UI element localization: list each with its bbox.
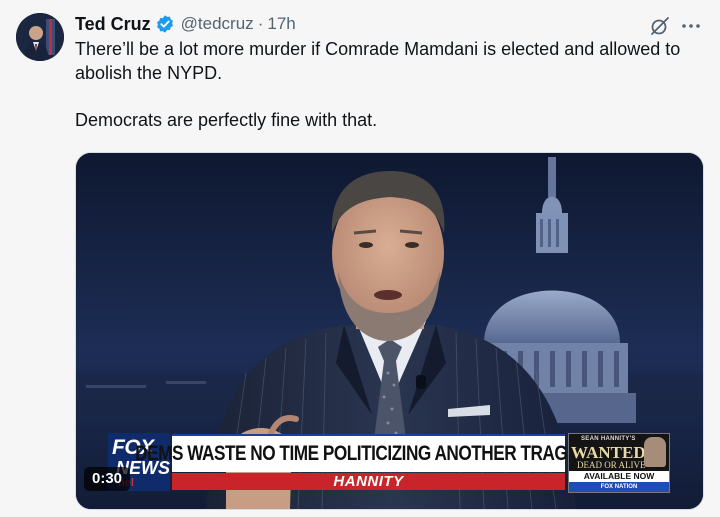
separator-dot: · — [257, 14, 264, 33]
promo-line1: SEAN HANNITY'S — [581, 436, 636, 442]
grok-icon[interactable] — [649, 15, 671, 37]
chyron-show-name: HANNITY — [172, 473, 565, 490]
more-options-icon[interactable] — [680, 16, 702, 36]
promo-portrait — [644, 437, 666, 467]
chyron-headline: DEMS WASTE NO TIME POLITICIZING ANOTHER … — [135, 442, 602, 465]
video-player[interactable]: FOX NEWS nel DEMS WASTE NO TIME POLITICI… — [75, 152, 704, 510]
author-handle[interactable]: @tedcruz — [181, 14, 254, 34]
promo-line3: DEAD OR ALIVE — [577, 460, 646, 470]
tweet-text: There’ll be a lot more murder if Comrade… — [75, 38, 707, 132]
chyron-headline-box: DEMS WASTE NO TIME POLITICIZING ANOTHER … — [135, 434, 602, 472]
promo-box: SEAN HANNITY'S WANTED DEAD OR ALIVE AVAI… — [568, 433, 670, 493]
video-duration: 0:30 — [84, 467, 131, 491]
verified-badge-icon — [155, 14, 175, 34]
tweet-paragraph: Democrats are perfectly fine with that. — [75, 109, 378, 130]
author-name[interactable]: Ted Cruz — [75, 14, 151, 35]
post-time[interactable]: 17h — [267, 14, 295, 34]
tweet[interactable]: Ted Cruz @tedcruz · 17h There’ll be a lo… — [0, 0, 720, 517]
author-avatar[interactable] — [16, 13, 64, 61]
tweet-header: Ted Cruz @tedcruz · 17h — [75, 12, 296, 36]
news-chyron: FOX NEWS nel DEMS WASTE NO TIME POLITICI… — [106, 431, 670, 493]
promo-availability: AVAILABLE NOW — [569, 471, 669, 482]
tweet-paragraph: There’ll be a lot more murder if Comrade… — [75, 39, 681, 83]
promo-brand: FOX NATION — [569, 482, 669, 492]
